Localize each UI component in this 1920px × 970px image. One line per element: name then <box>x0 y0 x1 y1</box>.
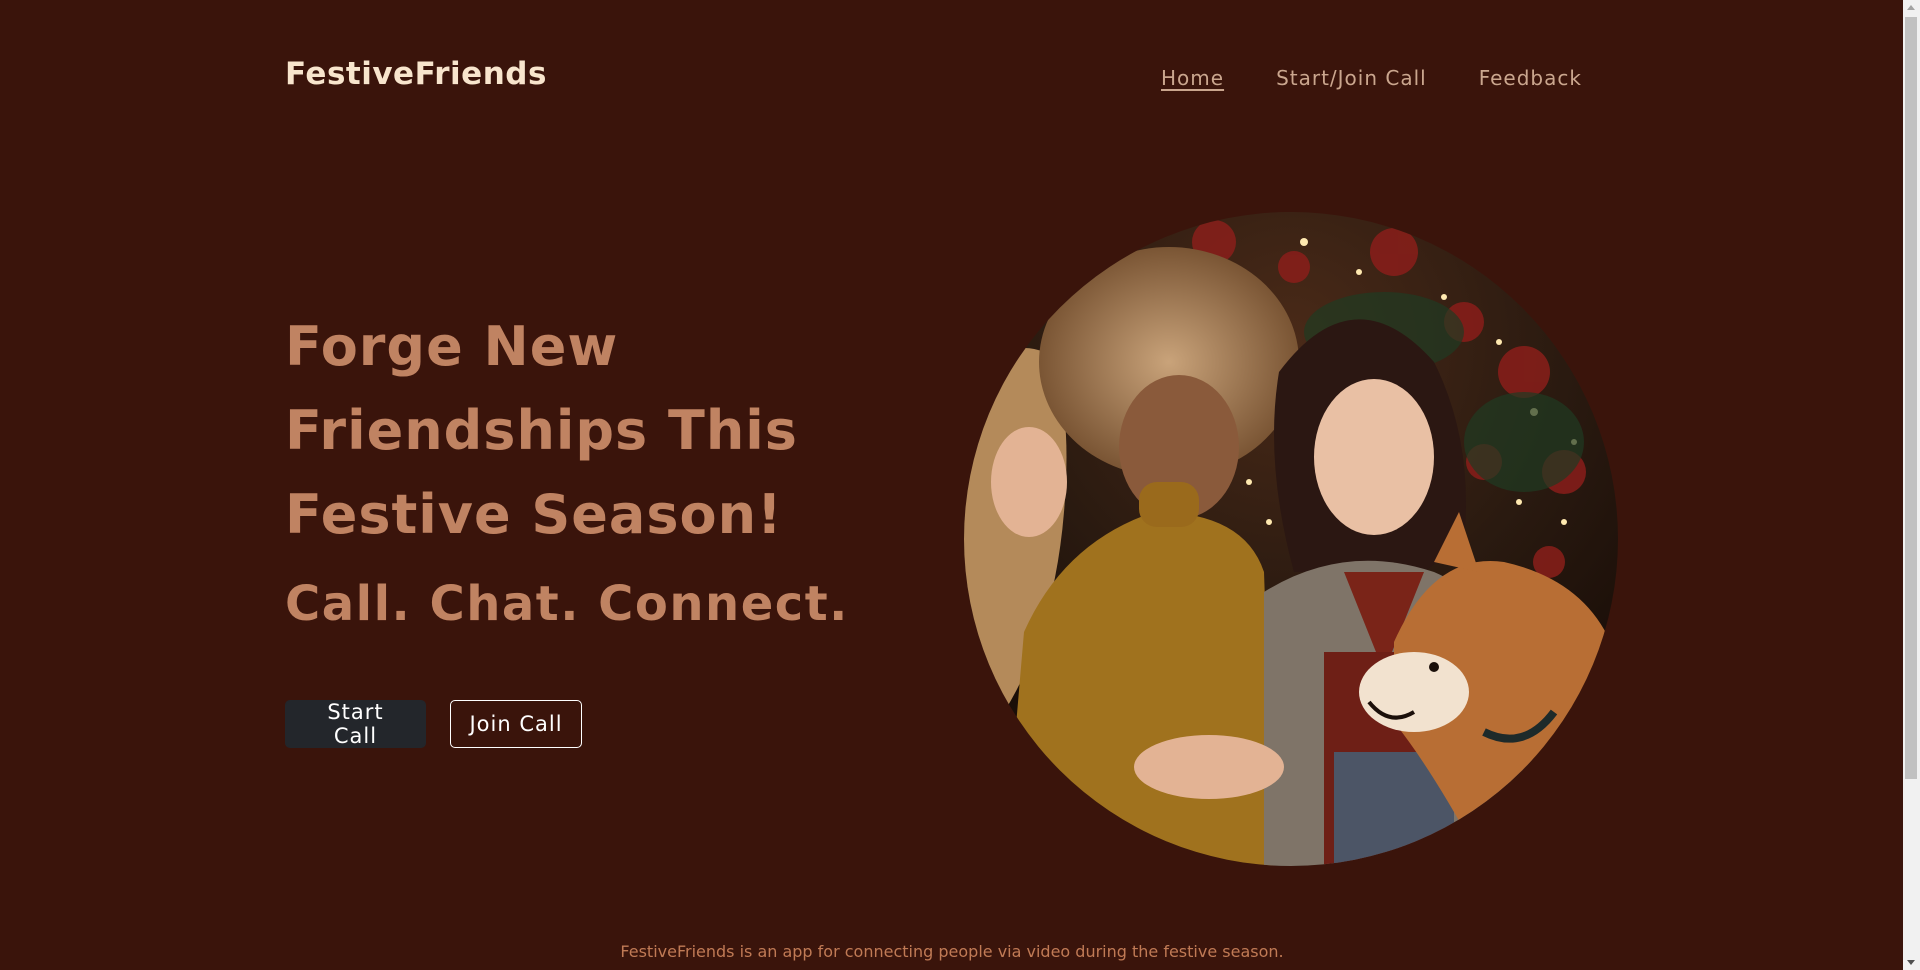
vertical-scrollbar[interactable] <box>1903 0 1920 970</box>
hero-title-line-3: Festive Season! <box>285 483 783 546</box>
hero-subtitle: Call. Chat. Connect. <box>285 576 849 632</box>
scroll-up-arrow-icon[interactable] <box>1907 5 1915 10</box>
footer-description: FestiveFriends is an app for connecting … <box>620 942 1284 961</box>
hero-photo-illustration <box>964 212 1618 866</box>
scroll-down-arrow-icon[interactable] <box>1907 960 1915 965</box>
nav-link-start-join-call[interactable]: Start/Join Call <box>1276 66 1427 90</box>
hero-photo <box>964 212 1618 866</box>
brand-logo[interactable]: FestiveFriends <box>285 56 547 92</box>
hero-title: Forge New Friendships This Festive Seaso… <box>285 305 885 557</box>
hero-title-line-2: Friendships This <box>285 399 798 462</box>
page: FestiveFriends Home Start/Join Call Feed… <box>0 0 1920 970</box>
start-call-button[interactable]: Start Call <box>285 700 426 748</box>
nav-link-home[interactable]: Home <box>1161 66 1224 90</box>
hero-title-line-1: Forge New <box>285 315 619 378</box>
nav-link-feedback[interactable]: Feedback <box>1479 66 1582 90</box>
scrollbar-thumb[interactable] <box>1905 17 1917 779</box>
top-nav: Home Start/Join Call Feedback <box>1161 66 1582 90</box>
join-call-button[interactable]: Join Call <box>450 700 582 748</box>
